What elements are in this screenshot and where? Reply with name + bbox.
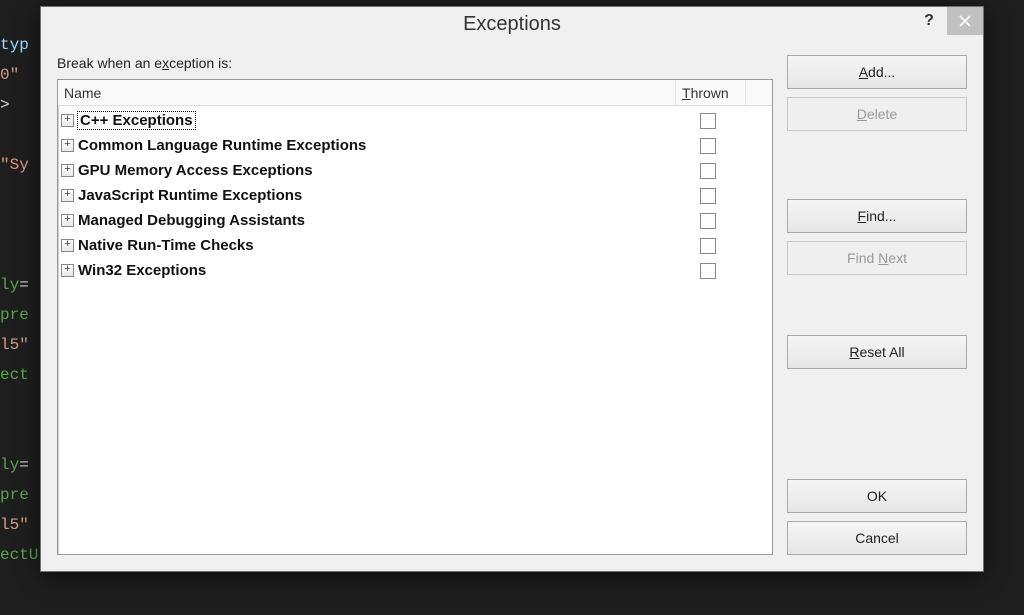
exception-name: C++ Exceptions xyxy=(78,112,673,129)
find-button[interactable]: Find... xyxy=(787,199,967,233)
table-row[interactable]: + JavaScript Runtime Exceptions xyxy=(58,183,772,208)
table-row[interactable]: + Win32 Exceptions xyxy=(58,258,772,283)
thrown-checkbox[interactable] xyxy=(700,138,716,154)
table-row[interactable]: + C++ Exceptions xyxy=(58,108,772,133)
thrown-checkbox[interactable] xyxy=(700,188,716,204)
exception-name: JavaScript Runtime Exceptions xyxy=(78,187,673,204)
expand-icon[interactable]: + xyxy=(61,239,74,252)
thrown-checkbox[interactable] xyxy=(700,263,716,279)
cancel-button[interactable]: Cancel xyxy=(787,521,967,555)
exceptions-dialog: Exceptions ? Break when an exception is:… xyxy=(40,6,984,572)
expand-icon[interactable]: + xyxy=(61,264,74,277)
thrown-checkbox[interactable] xyxy=(700,163,716,179)
exception-name: Managed Debugging Assistants xyxy=(78,212,673,229)
expand-icon[interactable]: + xyxy=(61,164,74,177)
ok-button[interactable]: OK xyxy=(787,479,967,513)
expand-icon[interactable]: + xyxy=(61,214,74,227)
prompt-label: Break when an exception is: xyxy=(57,55,773,71)
find-next-button: Find Next xyxy=(787,241,967,275)
column-headers: Name Thrown xyxy=(58,80,772,106)
reset-all-button[interactable]: Reset All xyxy=(787,335,967,369)
expand-icon[interactable]: + xyxy=(61,114,74,127)
column-thrown-header[interactable]: Thrown xyxy=(676,80,746,105)
close-button[interactable] xyxy=(947,7,983,35)
titlebar: Exceptions ? xyxy=(41,7,983,41)
dialog-title: Exceptions xyxy=(41,13,983,36)
add-button[interactable]: Add... xyxy=(787,55,967,89)
table-row[interactable]: + Managed Debugging Assistants xyxy=(58,208,772,233)
exception-name: GPU Memory Access Exceptions xyxy=(78,162,673,179)
expand-icon[interactable]: + xyxy=(61,189,74,202)
thrown-checkbox[interactable] xyxy=(700,238,716,254)
help-button[interactable]: ? xyxy=(911,7,947,35)
column-name-header[interactable]: Name xyxy=(58,80,676,105)
window-controls: ? xyxy=(911,7,983,35)
thrown-checkbox[interactable] xyxy=(700,113,716,129)
exception-name: Native Run-Time Checks xyxy=(78,237,673,254)
table-row[interactable]: + Common Language Runtime Exceptions xyxy=(58,133,772,158)
exceptions-list[interactable]: Name Thrown + C++ Exceptions + Common Langu… xyxy=(57,79,773,555)
exception-name: Win32 Exceptions xyxy=(78,262,673,279)
exception-name: Common Language Runtime Exceptions xyxy=(78,137,673,154)
delete-button: Delete xyxy=(787,97,967,131)
buttons-panel: Add... Delete Find... Find Next Reset Al… xyxy=(787,55,967,555)
close-icon xyxy=(959,15,971,27)
table-row[interactable]: + Native Run-Time Checks xyxy=(58,233,772,258)
expand-icon[interactable]: + xyxy=(61,139,74,152)
thrown-checkbox[interactable] xyxy=(700,213,716,229)
table-row[interactable]: + GPU Memory Access Exceptions xyxy=(58,158,772,183)
